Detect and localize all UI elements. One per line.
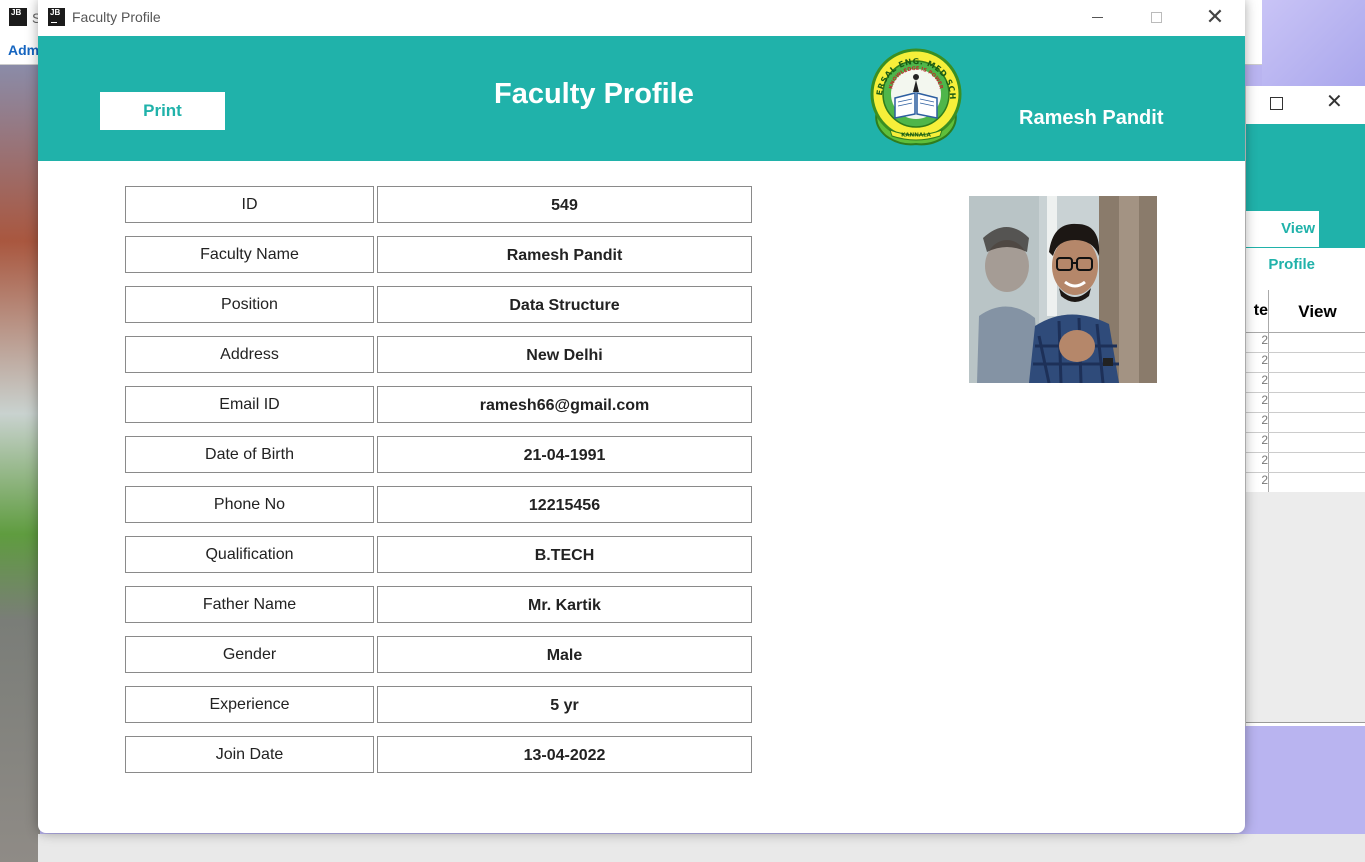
background-table-cell: 2 (1246, 333, 1269, 352)
maximize-button[interactable] (1141, 6, 1171, 30)
background-table-row[interactable]: 2 (1246, 353, 1365, 373)
faculty-profile-window: JB Faculty Profile ✕ Print Faculty Profi… (38, 0, 1245, 833)
user-name: Ramesh Pandit (1019, 107, 1164, 129)
view-profile-button[interactable]: View Profile (1246, 211, 1319, 273)
background-app-icon: JB (9, 8, 27, 26)
desktop-background-right (1262, 0, 1365, 90)
background-table-row[interactable]: 2 (1246, 373, 1365, 393)
background-table-row[interactable]: 2 (1246, 393, 1365, 413)
close-icon[interactable]: ✕ (1326, 92, 1343, 112)
field-label: Gender (125, 636, 374, 673)
field-value: B.TECH (377, 536, 752, 573)
desktop-background (0, 0, 40, 862)
field-value: Ramesh Pandit (377, 236, 752, 273)
window-titlebar[interactable]: JB Faculty Profile ✕ (38, 0, 1245, 36)
field-label: Experience (125, 686, 374, 723)
minimize-button[interactable] (1082, 6, 1112, 30)
column-header-date: te (1246, 290, 1269, 332)
background-table-row[interactable]: 2 (1246, 433, 1365, 453)
background-window-2-header: View Profile (1246, 124, 1365, 273)
page-title: Faculty Profile (494, 78, 694, 110)
field-value: 5 yr (377, 686, 752, 723)
field-label: Position (125, 286, 374, 323)
background-table-row[interactable]: 2 (1246, 473, 1365, 493)
background-table-cell: 2 (1246, 473, 1269, 492)
maximize-icon[interactable] (1270, 97, 1283, 110)
field-label: Phone No (125, 486, 374, 523)
field-value: ramesh66@gmail.com (377, 386, 752, 423)
close-button[interactable]: ✕ (1200, 6, 1230, 30)
background-empty-area (1246, 492, 1365, 723)
field-value: 12215456 (377, 486, 752, 523)
background-table-cell: 2 (1246, 353, 1269, 372)
field-value: New Delhi (377, 336, 752, 373)
field-value: Male (377, 636, 752, 673)
background-window-2[interactable]: ✕ View Profile te View 22222222 (1245, 86, 1365, 726)
background-table-cell: 2 (1246, 413, 1269, 432)
background-table: te View 22222222 (1246, 290, 1365, 493)
field-label: Join Date (125, 736, 374, 773)
field-label: Address (125, 336, 374, 373)
field-value: 13-04-2022 (377, 736, 752, 773)
field-value: 21-04-1991 (377, 436, 752, 473)
background-window-bottom (38, 834, 1365, 862)
field-label: Qualification (125, 536, 374, 573)
window-title: Faculty Profile (72, 9, 161, 25)
close-icon: ✕ (1205, 4, 1225, 29)
faculty-photo (969, 196, 1157, 383)
background-table-cell: 2 (1246, 433, 1269, 452)
print-button[interactable]: Print (100, 92, 225, 130)
column-header-view: View (1298, 302, 1337, 321)
background-table-row[interactable]: 2 (1246, 333, 1365, 353)
field-value: Mr. Kartik (377, 586, 752, 623)
school-logo-icon: UNIVERSAL ENG. MED SCHOOL KNOWLEDGE IS P… (868, 46, 962, 146)
logo-place: KANNALA (901, 133, 931, 139)
background-table-header: te View (1246, 290, 1365, 333)
background-menu-admin[interactable]: Adm (8, 42, 39, 58)
field-value: Data Structure (377, 286, 752, 323)
field-label: Email ID (125, 386, 374, 423)
field-label: ID (125, 186, 374, 223)
background-table-row[interactable]: 2 (1246, 453, 1365, 473)
field-label: Father Name (125, 586, 374, 623)
field-label: Faculty Name (125, 236, 374, 273)
profile-header: Print Faculty Profile UNIVERSAL ENG. MED… (38, 36, 1245, 161)
background-table-row[interactable]: 2 (1246, 413, 1365, 433)
background-window-2-titlebar: ✕ (1246, 86, 1365, 124)
background-table-cell: 2 (1246, 453, 1269, 472)
field-label: Date of Birth (125, 436, 374, 473)
field-value: 549 (377, 186, 752, 223)
background-table-cell: 2 (1246, 393, 1269, 412)
background-table-cell: 2 (1246, 373, 1269, 392)
app-icon: JB (48, 8, 65, 26)
